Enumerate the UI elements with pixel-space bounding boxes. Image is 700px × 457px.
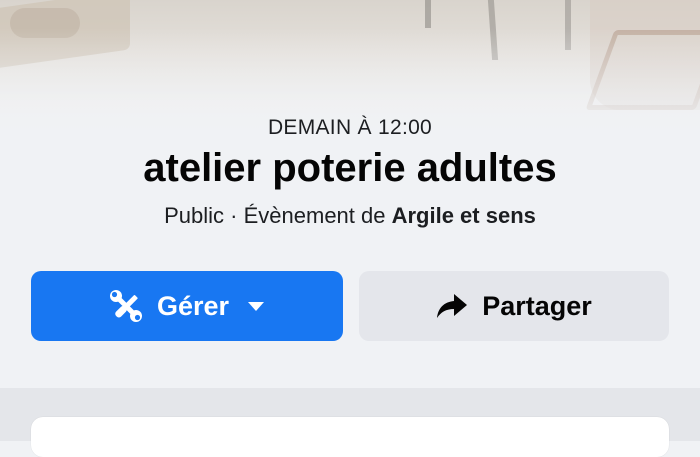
details-card xyxy=(31,417,669,457)
chevron-down-icon xyxy=(247,301,265,312)
share-button[interactable]: Partager xyxy=(359,271,669,341)
event-date: DEMAIN À 12:00 xyxy=(267,116,433,139)
organizer-link[interactable]: Argile et sens xyxy=(392,203,536,228)
share-arrow-icon xyxy=(436,292,468,320)
tools-icon xyxy=(109,289,143,323)
share-label: Partager xyxy=(482,290,592,321)
event-title: atelier poterie adultes xyxy=(143,146,557,190)
privacy-label: Public xyxy=(164,203,225,228)
organizer-prefix: Évènement de xyxy=(243,203,392,228)
manage-button[interactable]: Gérer xyxy=(31,271,343,341)
event-subtitle: Public · Évènement de Argile et sens xyxy=(0,203,700,229)
manage-label: Gérer xyxy=(156,290,230,321)
separator-dot: · xyxy=(224,203,244,228)
